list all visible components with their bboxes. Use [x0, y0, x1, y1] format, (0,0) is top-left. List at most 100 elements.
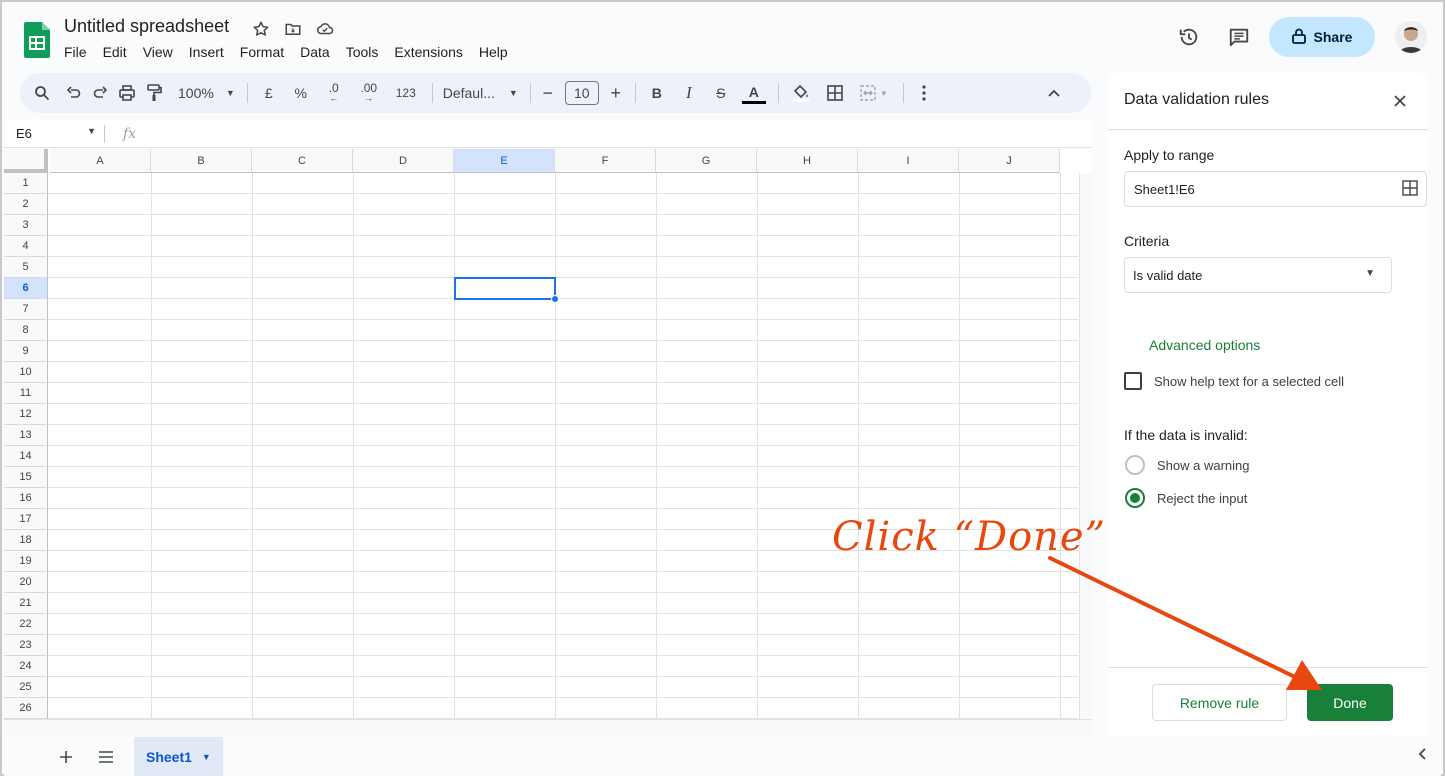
percent-format-button[interactable]: %: [290, 79, 312, 107]
select-range-icon[interactable]: [1402, 180, 1418, 199]
paint-format-icon[interactable]: [146, 79, 162, 107]
row-header-23[interactable]: 23: [4, 635, 48, 656]
menu-format[interactable]: Format: [240, 44, 292, 60]
spreadsheet-grid[interactable]: A B C D E F G H I J 1 2 3 4 5 6 7 8 9 10 11 12 13 14 15 16 17 18 19 2…: [4, 149, 1092, 719]
reject-input-radio[interactable]: [1125, 488, 1145, 508]
menu-help[interactable]: Help: [479, 44, 516, 60]
column-header-a[interactable]: A: [50, 149, 151, 173]
undo-icon[interactable]: [66, 79, 82, 107]
row-header-22[interactable]: 22: [4, 614, 48, 635]
row-header-20[interactable]: 20: [4, 572, 48, 593]
close-icon[interactable]: [1390, 91, 1410, 111]
row-header-14[interactable]: 14: [4, 446, 48, 467]
currency-format-button[interactable]: £: [258, 79, 280, 107]
text-color-button[interactable]: A: [741, 82, 766, 104]
share-button[interactable]: Share: [1269, 17, 1375, 57]
row-header-9[interactable]: 9: [4, 341, 48, 362]
more-options-icon[interactable]: [914, 79, 934, 107]
cloud-status-icon[interactable]: [314, 18, 336, 40]
row-header-10[interactable]: 10: [4, 362, 48, 383]
row-header-25[interactable]: 25: [4, 677, 48, 698]
column-header-j[interactable]: J: [959, 149, 1060, 173]
italic-button[interactable]: I: [678, 79, 700, 107]
column-header-d[interactable]: D: [353, 149, 454, 173]
fill-handle[interactable]: [551, 295, 559, 303]
bold-button[interactable]: B: [646, 79, 668, 107]
menu-view[interactable]: View: [143, 44, 181, 60]
row-header-4[interactable]: 4: [4, 236, 48, 257]
merge-cells-icon[interactable]: ▼: [857, 79, 891, 107]
row-header-3[interactable]: 3: [4, 215, 48, 236]
sheets-logo-icon[interactable]: [24, 22, 50, 58]
chevron-left-icon[interactable]: [1417, 747, 1427, 764]
row-header-26[interactable]: 26: [4, 698, 48, 719]
column-header-b[interactable]: B: [151, 149, 252, 173]
row-header-19[interactable]: 19: [4, 551, 48, 572]
column-header-g[interactable]: G: [656, 149, 757, 173]
horizontal-scrollbar[interactable]: [4, 719, 1092, 735]
row-header-7[interactable]: 7: [4, 299, 48, 320]
menu-extensions[interactable]: Extensions: [394, 44, 470, 60]
menu-insert[interactable]: Insert: [189, 44, 232, 60]
show-warning-option[interactable]: Show a warning: [1125, 455, 1250, 475]
menu-data[interactable]: Data: [300, 44, 338, 60]
grid-row-line: [48, 592, 1078, 593]
column-header-e[interactable]: E: [454, 149, 555, 173]
print-icon[interactable]: [118, 79, 136, 107]
star-icon[interactable]: [250, 18, 272, 40]
row-header-13[interactable]: 13: [4, 425, 48, 446]
font-size-decrease-button[interactable]: −: [541, 79, 555, 107]
font-size-input[interactable]: 10: [564, 79, 599, 107]
column-header-c[interactable]: C: [252, 149, 353, 173]
row-header-1[interactable]: 1: [4, 173, 48, 194]
redo-icon[interactable]: [92, 79, 108, 107]
row-header-16[interactable]: 16: [4, 488, 48, 509]
borders-icon[interactable]: [823, 79, 847, 107]
row-header-17[interactable]: 17: [4, 509, 48, 530]
font-size-increase-button[interactable]: +: [609, 79, 623, 107]
criteria-select[interactable]: Is valid date ▼: [1124, 257, 1392, 293]
row-header-18[interactable]: 18: [4, 530, 48, 551]
row-header-12[interactable]: 12: [4, 404, 48, 425]
add-sheet-icon[interactable]: [46, 750, 86, 764]
select-all-corner[interactable]: [4, 149, 48, 173]
user-avatar[interactable]: [1395, 21, 1427, 53]
row-header-8[interactable]: 8: [4, 320, 48, 341]
row-header-15[interactable]: 15: [4, 467, 48, 488]
show-warning-radio[interactable]: [1125, 455, 1145, 475]
help-text-checkbox-row[interactable]: Show help text for a selected cell: [1124, 372, 1344, 390]
sheet-tab[interactable]: Sheet1 ▼: [134, 737, 223, 776]
range-input[interactable]: Sheet1!E6: [1124, 171, 1427, 207]
row-header-11[interactable]: 11: [4, 383, 48, 404]
advanced-options-link[interactable]: Advanced options: [1149, 337, 1260, 353]
strikethrough-button[interactable]: S: [710, 79, 732, 107]
row-header-2[interactable]: 2: [4, 194, 48, 215]
fill-color-icon[interactable]: [789, 79, 813, 107]
comments-icon[interactable]: [1219, 17, 1259, 57]
row-header-21[interactable]: 21: [4, 593, 48, 614]
reject-input-option[interactable]: Reject the input: [1125, 488, 1247, 508]
row-header-24[interactable]: 24: [4, 656, 48, 677]
column-header-f[interactable]: F: [555, 149, 656, 173]
row-header-6[interactable]: 6: [4, 278, 48, 299]
version-history-icon[interactable]: [1169, 17, 1209, 57]
selected-cell[interactable]: [454, 277, 556, 300]
menu-edit[interactable]: Edit: [103, 44, 135, 60]
zoom-select[interactable]: 100% ▼: [178, 79, 235, 107]
increase-decimal-button[interactable]: .00 →: [356, 79, 382, 107]
column-header-h[interactable]: H: [757, 149, 858, 173]
name-box[interactable]: E6 ▼: [4, 126, 104, 141]
search-icon[interactable]: [34, 79, 50, 107]
move-folder-icon[interactable]: [282, 18, 304, 40]
help-text-checkbox[interactable]: [1124, 372, 1142, 390]
decrease-decimal-button[interactable]: .0 ←: [322, 79, 346, 107]
number-format-button[interactable]: 123: [392, 79, 420, 107]
row-header-5[interactable]: 5: [4, 257, 48, 278]
menu-file[interactable]: File: [64, 44, 95, 60]
menu-tools[interactable]: Tools: [346, 44, 387, 60]
font-family-select[interactable]: Defaul... ▼: [443, 79, 518, 107]
column-header-i[interactable]: I: [858, 149, 959, 173]
chevron-up-icon[interactable]: [1047, 79, 1061, 107]
all-sheets-menu-icon[interactable]: [86, 750, 126, 763]
document-title[interactable]: Untitled spreadsheet: [64, 16, 229, 37]
